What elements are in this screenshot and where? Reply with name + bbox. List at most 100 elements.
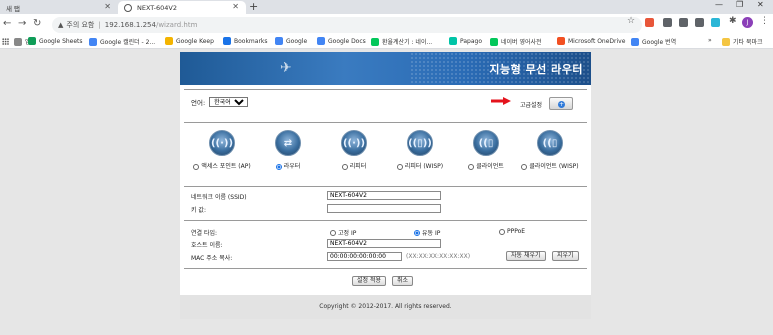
bookmark-favicon-icon — [449, 37, 457, 45]
red-arrow-icon — [491, 97, 511, 105]
tab-strip: 새 탭 ✕ NEXT-604V2 ✕ + — ❐ ✕ — [0, 0, 773, 14]
other-bookmarks-folder[interactable]: 기타 북마크 — [722, 37, 763, 46]
new-tab-button[interactable]: + — [249, 0, 258, 13]
apps-grid-icon[interactable] — [2, 38, 9, 45]
bookmark-item[interactable]: Google Sheets — [28, 37, 83, 45]
bookmark-favicon-icon — [317, 37, 325, 45]
bookmark-label: 환율계산기 : 네이... — [382, 39, 433, 46]
key-label: 키 값: — [191, 207, 206, 214]
close-icon[interactable]: ✕ — [104, 2, 111, 11]
tab-new-tab[interactable]: 새 탭 ✕ — [0, 1, 118, 14]
cancel-button[interactable]: 취소 — [392, 276, 414, 286]
bookmark-favicon-icon — [490, 37, 498, 46]
back-icon[interactable]: ← — [3, 18, 11, 29]
auto-fill-button[interactable]: 자동 채우기 — [506, 251, 546, 261]
mode-radio[interactable] — [521, 164, 528, 170]
bookmark-favicon-icon — [275, 37, 283, 45]
bookmark-item[interactable]: 환율계산기 : 네이... — [371, 37, 432, 46]
mac-address-input[interactable] — [327, 252, 402, 261]
url-path: /wizard.htm — [155, 21, 198, 29]
mode-label: 리피터 (WISP) — [404, 163, 444, 170]
mode-wisp-client[interactable]: ((▯ 클라이언트 (WISP) — [520, 130, 580, 171]
bookmark-label: 네이버 영어사전 — [501, 39, 542, 46]
address-bar[interactable]: ▲ 주의 요함 | 192.168.1.254 /wizard.htm — [52, 17, 642, 33]
bookmark-favicon-icon — [165, 37, 173, 45]
tab-router[interactable]: NEXT-604V2 ✕ — [118, 1, 246, 14]
maximize-button[interactable]: ❐ — [736, 0, 743, 9]
apply-settings-button[interactable]: 설정 적용 — [352, 276, 386, 286]
bookmark-item[interactable]: Google Keep — [165, 37, 214, 45]
conn-radio[interactable] — [414, 230, 420, 236]
conn-static-ip-option[interactable]: 고정 IP — [330, 228, 356, 237]
extension-icon[interactable] — [711, 18, 720, 27]
client-mode-icon: ((▯ — [473, 130, 499, 156]
mode-radio[interactable] — [341, 164, 348, 170]
menu-kebab-icon[interactable]: ⋮ — [760, 16, 769, 26]
language-select[interactable]: 한국어 — [209, 97, 249, 107]
profile-avatar[interactable]: J — [742, 17, 753, 28]
ssid-input[interactable] — [327, 191, 441, 200]
router-wizard-panel: ✈ 지능형 무선 라우터 언어: 한국어 고급설정 + ((·)) 액세스 포인… — [180, 52, 591, 319]
bookmark-item[interactable]: Papago — [449, 37, 482, 45]
bookmark-item[interactable]: Bookmarks — [223, 37, 268, 45]
mode-ap[interactable]: ((·)) 액세스 포인트 (AP) — [192, 130, 252, 171]
conn-radio[interactable] — [330, 230, 336, 236]
bookmark-item[interactable]: Google — [275, 37, 307, 45]
conn-option-label: 유동 IP — [422, 230, 441, 237]
conn-option-label: PPPoE — [507, 228, 526, 235]
host-name-label: 호스트 이름: — [191, 242, 223, 249]
mode-router[interactable]: ⇄ 라우터 — [258, 130, 318, 171]
forward-icon[interactable]: → — [18, 18, 26, 29]
bookmark-label: Google Docs — [328, 37, 366, 45]
language-label: 언어: — [191, 99, 206, 107]
close-window-button[interactable]: ✕ — [757, 0, 764, 9]
advanced-settings-button[interactable]: + — [549, 97, 573, 110]
bookmark-star-icon[interactable]: ☆ — [627, 16, 635, 26]
header-banner: ✈ 지능형 무선 라우터 — [180, 52, 591, 85]
extensions-puzzle-icon[interactable]: ✱ — [729, 16, 737, 26]
mode-radio[interactable] — [468, 164, 475, 170]
key-input[interactable] — [327, 204, 441, 213]
divider — [184, 89, 587, 90]
bird-logo-icon: ✈ — [280, 60, 292, 76]
mode-radio[interactable] — [275, 164, 282, 170]
bookmark-label: Google Sheets — [39, 37, 83, 45]
extension-icon[interactable] — [663, 18, 672, 27]
host-name-input[interactable] — [327, 239, 441, 248]
bookmark-favicon-icon — [223, 37, 231, 45]
mode-client[interactable]: ((▯ 클라이언트 — [456, 130, 516, 171]
bookmark-item[interactable]: Google 번역 — [631, 37, 676, 46]
extension-icon[interactable] — [679, 18, 688, 27]
extension-icon[interactable] — [645, 18, 654, 27]
close-icon[interactable]: ✕ — [232, 2, 239, 11]
bookmark-label: Google 번역 — [642, 39, 677, 46]
bookmark-item[interactable]: 네이버 영어사전 — [490, 37, 542, 46]
globe-icon — [124, 3, 132, 12]
ap-mode-icon: ((·)) — [209, 130, 235, 156]
bookmark-item[interactable]: Google 캘린더 - 2... — [89, 37, 155, 46]
conn-pppoe-option[interactable]: PPPoE — [499, 228, 525, 235]
bookmarks-overflow-button[interactable]: » — [708, 37, 712, 44]
extension-icon[interactable] — [695, 18, 704, 27]
plus-icon: + — [558, 101, 565, 108]
mode-label: 리피터 — [349, 163, 367, 170]
copyright-text: Copyright © 2012-2017. All rights reserv… — [319, 303, 452, 310]
conn-radio[interactable] — [499, 229, 505, 235]
reload-icon[interactable]: ↻ — [33, 18, 41, 29]
mode-radio[interactable] — [193, 164, 200, 170]
mode-radio[interactable] — [396, 164, 403, 170]
mode-wisp-repeater[interactable]: ((▯)) 리피터 (WISP) — [390, 130, 450, 171]
banner-title: 지능형 무선 라우터 — [489, 63, 583, 76]
bookmark-item[interactable]: Microsoft OneDrive — [557, 37, 625, 45]
tab-label: NEXT-604V2 — [137, 3, 178, 12]
mode-label: 라우터 — [283, 163, 301, 170]
conn-dynamic-ip-option[interactable]: 유동 IP — [414, 228, 440, 237]
bookmark-item[interactable]: Google Docs — [317, 37, 366, 45]
bookmark-favicon-icon — [28, 37, 36, 45]
bookmark-label: Google 캘린더 - 2... — [100, 39, 156, 46]
mac-format-hint: (XX:XX:XX:XX:XX:XX) — [406, 253, 471, 260]
clear-button[interactable]: 지우기 — [552, 251, 579, 261]
mode-repeater[interactable]: ((·)) 리피터 — [324, 130, 384, 171]
language-row: 언어: 한국어 — [191, 97, 249, 107]
minimize-button[interactable]: — — [715, 0, 723, 9]
